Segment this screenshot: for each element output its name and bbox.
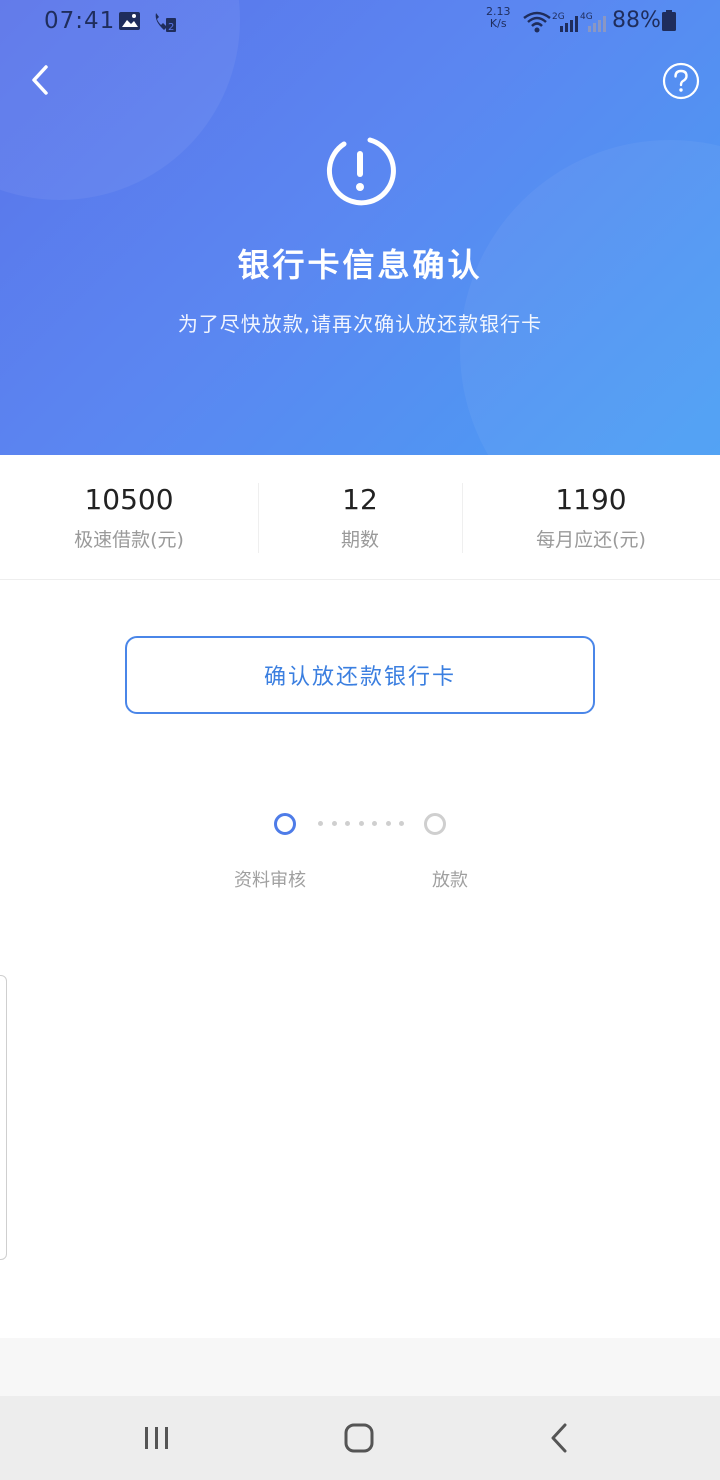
recent-apps-icon[interactable] (135, 1416, 179, 1460)
stat-loan-amount: 10500 极速借款(元) (0, 455, 258, 580)
signal-4g-icon: 4G (580, 12, 606, 32)
page-subtitle: 为了尽快放款,请再次确认放还款银行卡 (177, 312, 543, 336)
step-connector (318, 821, 404, 827)
svg-text:2G: 2G (552, 12, 565, 22)
status-bar: 07:41 2 2.13 K/s 2G 4G 88% (0, 0, 720, 44)
svg-text:2: 2 (168, 22, 174, 33)
speed-unit: K/s (489, 17, 507, 30)
step-review-indicator (274, 813, 296, 835)
nav-back-icon[interactable] (538, 1416, 582, 1460)
network-speed: 2.13 K/s (486, 6, 511, 30)
stat-label: 极速借款(元) (74, 529, 184, 551)
edge-panel-handle[interactable] (0, 975, 7, 1260)
confirm-bank-card-button[interactable]: 确认放还款银行卡 (125, 636, 595, 714)
page-title: 银行卡信息确认 (237, 246, 483, 284)
header-banner: 07:41 2 2.13 K/s 2G 4G 88% 银行卡信息确认 为了尽快放… (0, 0, 720, 455)
system-nav-bar (0, 1396, 720, 1480)
stat-periods: 12 期数 (258, 455, 462, 580)
help-icon[interactable] (662, 62, 700, 100)
call-forward-icon: 2 (155, 13, 176, 33)
stat-monthly-payment: 1190 每月应还(元) (462, 455, 720, 580)
stat-value: 1190 (555, 483, 627, 516)
image-icon (119, 12, 140, 30)
home-icon[interactable] (337, 1416, 381, 1460)
exclamation-circle-icon (326, 137, 396, 206)
signal-2g-icon: 2G (552, 12, 578, 32)
bottom-spacer (0, 1338, 720, 1396)
stat-value: 12 (342, 483, 378, 516)
status-time: 07:41 (44, 8, 116, 34)
wifi-icon (523, 11, 551, 33)
decorative-circle (460, 140, 720, 455)
step-label-disburse: 放款 (432, 870, 468, 891)
stat-label: 期数 (340, 529, 379, 551)
svg-text:4G: 4G (580, 12, 593, 22)
loan-summary: 10500 极速借款(元) 12 期数 1190 每月应还(元) (0, 455, 720, 580)
step-label-review: 资料审核 (234, 870, 306, 891)
stat-label: 每月应还(元) (536, 529, 646, 551)
back-icon[interactable] (24, 62, 60, 98)
battery-icon (662, 10, 676, 31)
step-disburse-indicator (424, 813, 446, 835)
battery-percent: 88% (612, 8, 661, 33)
stat-value: 10500 (84, 483, 174, 516)
